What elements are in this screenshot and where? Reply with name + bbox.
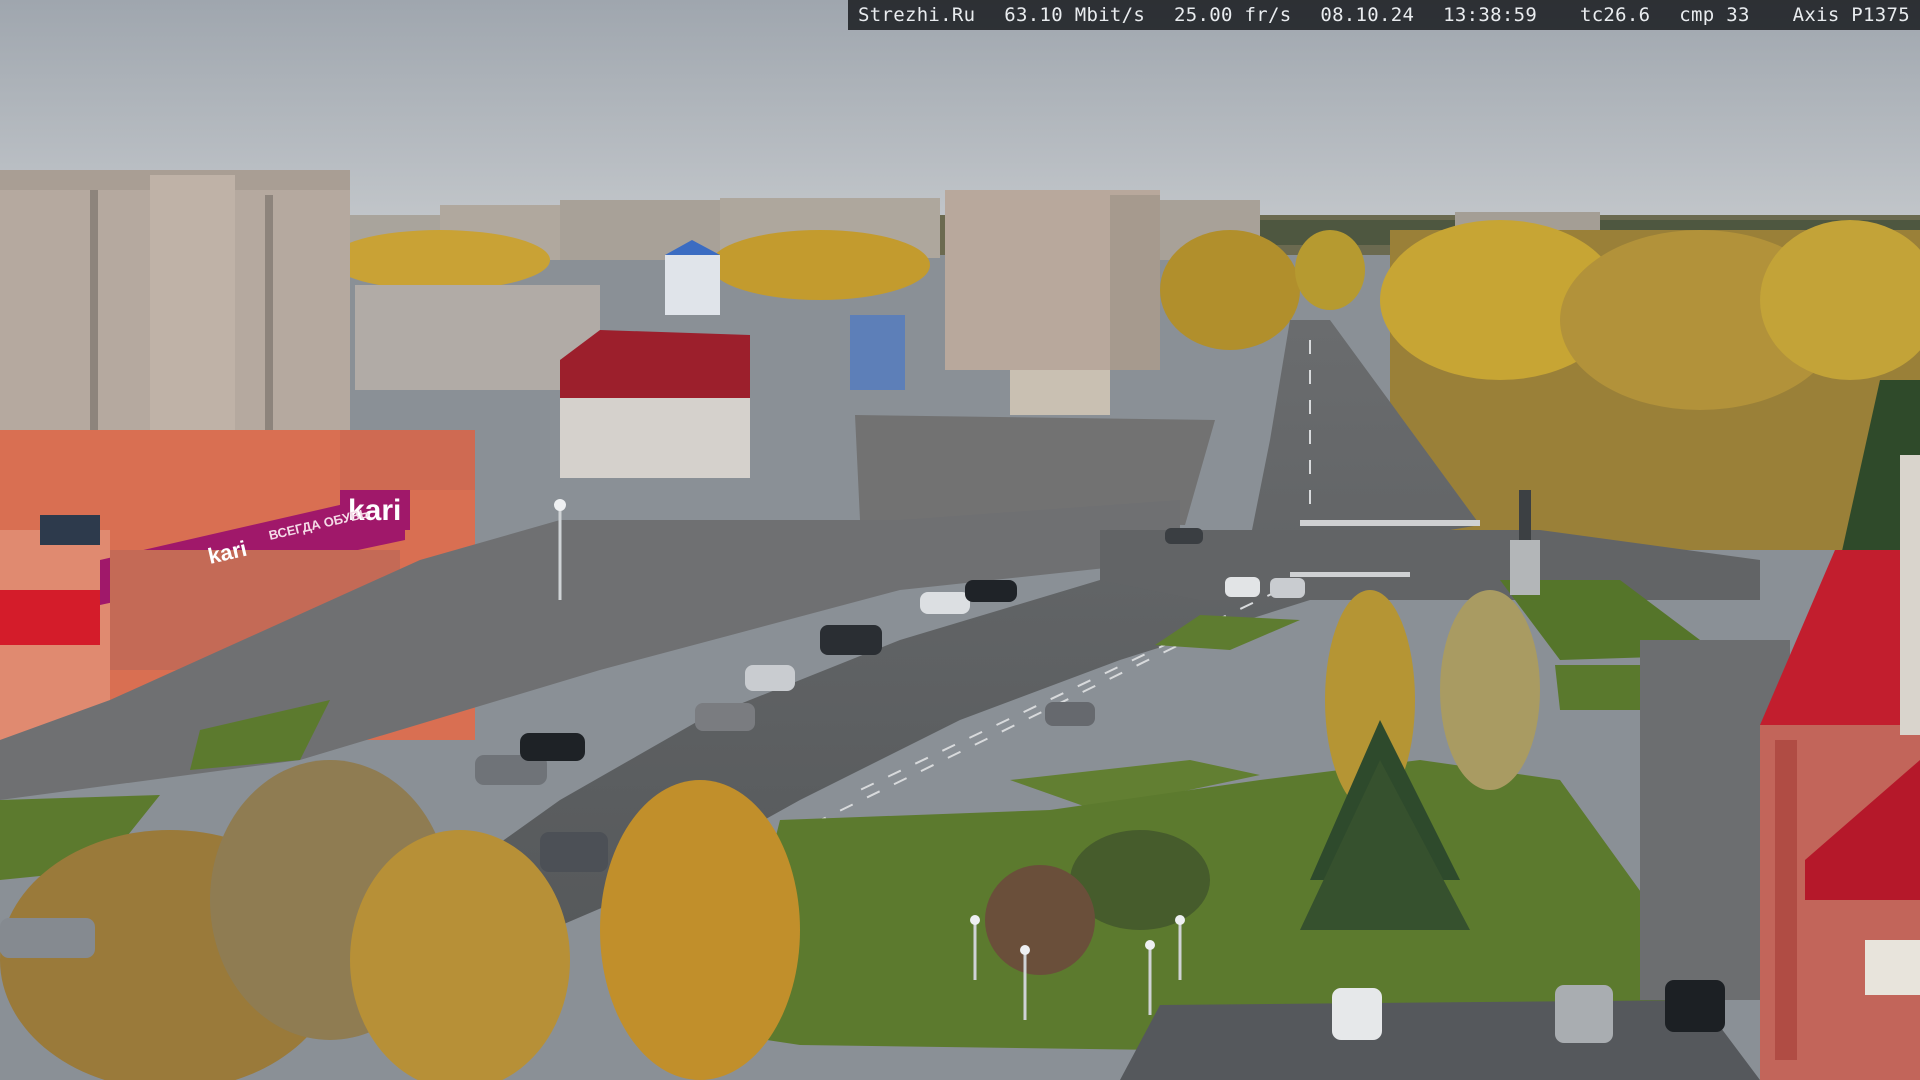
overlay-framerate: 25.00 fr/s xyxy=(1174,4,1292,26)
overlay-tc: tc26.6 xyxy=(1579,4,1651,26)
overlay-bitrate: 63.10 Mbit/s xyxy=(1004,4,1146,26)
center-tower-block xyxy=(945,190,1160,370)
overlay-camera-model: Axis P1375 xyxy=(1792,4,1910,26)
overlay-site: Strezhi.Ru xyxy=(858,4,976,26)
overlay-time: 13:38:59 xyxy=(1443,4,1538,26)
webcam-scene: kari kari ВСЕГДА ОБУВЬ xyxy=(0,0,1920,1080)
plaza-pavilion xyxy=(1010,370,1110,415)
bottom-parking-lot xyxy=(1120,1000,1760,1080)
camera-info-overlay: Strezhi.Ru 63.10 Mbit/s 25.00 fr/s 08.10… xyxy=(848,0,1920,30)
overlay-cmp: cmp 33 xyxy=(1679,4,1750,26)
overlay-date: 08.10.24 xyxy=(1320,4,1415,26)
